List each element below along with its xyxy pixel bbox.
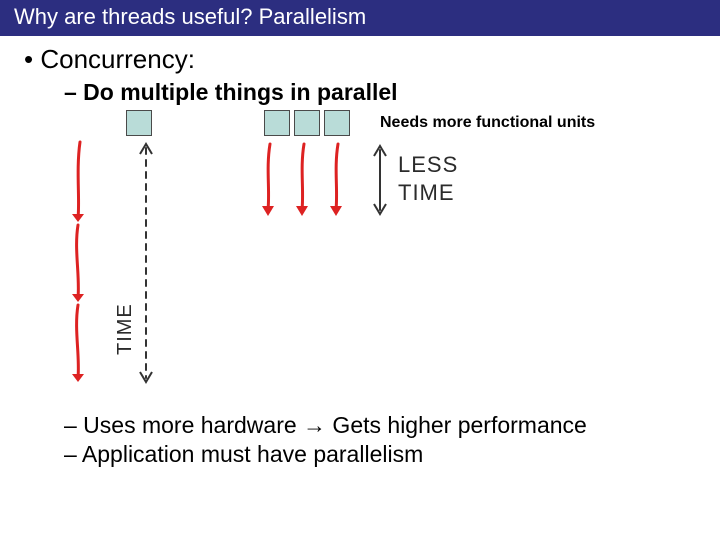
slide-title: Why are threads useful? Parallelism (0, 0, 720, 36)
slide-content: • Concurrency: – Do multiple things in p… (0, 36, 720, 468)
bullet-hardware-tail: Gets higher performance (326, 412, 587, 438)
bullet-concurrency: • Concurrency: (24, 44, 702, 75)
bullet-parallel: – Do multiple things in parallel (64, 79, 702, 106)
sketch-layer (18, 110, 718, 410)
bullet-app-parallelism: – Application must have parallelism (64, 441, 702, 468)
handwritten-time-right: TIME (398, 180, 455, 206)
handwritten-less: LESS (398, 152, 458, 178)
bullet-hardware: – Uses more hardware → Gets higher perfo… (64, 412, 702, 439)
arrow-icon: → (303, 412, 326, 438)
handwritten-time-left: TIME (114, 303, 137, 355)
diagram-area: Needs more functional units (18, 110, 718, 410)
bullet-hardware-head: – Uses more hardware (64, 412, 303, 438)
